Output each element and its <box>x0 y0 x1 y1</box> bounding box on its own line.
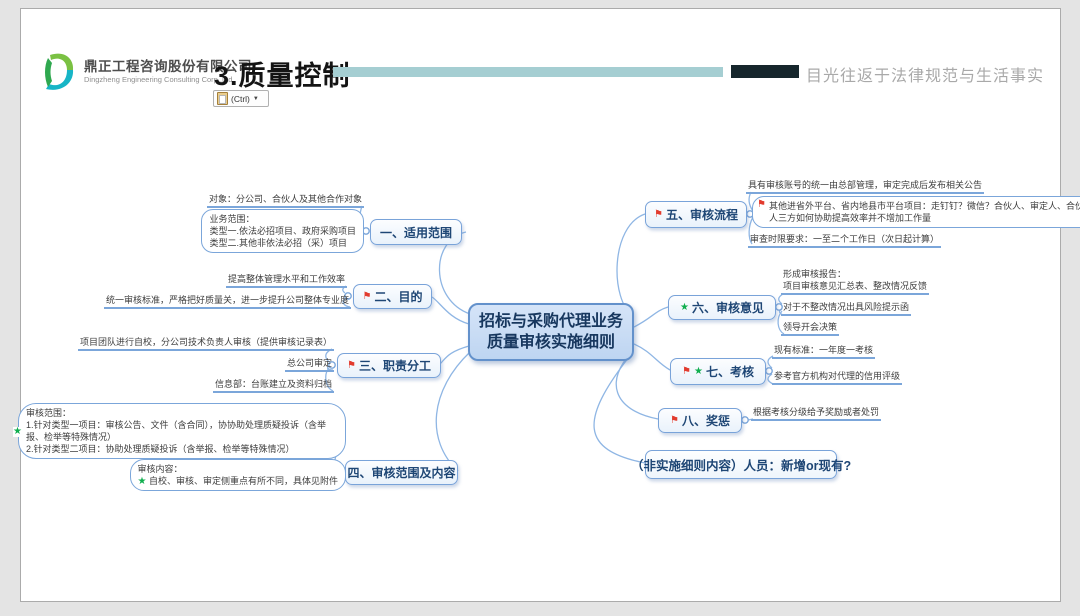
topic-process[interactable]: ⚑ 五、审核流程 <box>645 201 747 228</box>
topic-scope-label: 一、适用范围 <box>380 224 452 241</box>
note-line: 1.针对类型一项目：审核公告、文件（含合同），协协助处理质疑投诉（含举报、检举等… <box>26 419 338 443</box>
topic-opinion-label: 六、审核意见 <box>692 299 764 316</box>
company-logo-icon <box>38 50 78 94</box>
note-duty-2[interactable]: 总公司审定 <box>285 357 334 372</box>
note-opinion-3[interactable]: 领导开会决策 <box>781 321 839 336</box>
note-opinion-2[interactable]: 对于不整改情况出具风险提示函 <box>781 301 911 316</box>
topic-scope[interactable]: 一、适用范围 <box>370 219 462 245</box>
central-topic[interactable]: 招标与采购代理业务 质量审核实施细则 <box>468 303 634 361</box>
note-line: 类型二.其他非依法必招（采）项目 <box>209 237 356 249</box>
note-assess-2[interactable]: 参考官方机构对代理的信用评级 <box>772 370 902 385</box>
note-line: 2.针对类型二项目：协助处理质疑投诉（含举报、检举等特殊情况） <box>26 443 338 455</box>
note-line: 审核内容： <box>138 463 339 475</box>
note-duty-1[interactable]: 项目团队进行自校，分公司技术负责人审核（提供审核记录表） <box>78 336 334 351</box>
note-process-1[interactable]: 具有审核账号的统一由总部管理，审定完成后发布相关公告 <box>746 179 984 194</box>
red-flag-icon: ⚑ <box>757 200 766 210</box>
note-scope-object[interactable]: 对象：分公司、合伙人及其他合作对象 <box>207 193 364 208</box>
note-opinion-1[interactable]: 形成审核报告： 项目审核意见汇总表、整改情况反馈 <box>781 268 929 295</box>
red-flag-icon: ⚑ <box>682 367 691 377</box>
note-line: 类型一.依法必招项目、政府采购项目 <box>209 225 356 237</box>
note-line: 业务范围： <box>209 213 356 225</box>
paste-options-button[interactable]: (Ctrl) ▼ <box>213 90 269 107</box>
dark-accent-bar <box>731 65 799 78</box>
note-scope-range[interactable]: 业务范围： 类型一.依法必招项目、政府采购项目 类型二.其他非依法必招（采）项目 <box>201 209 364 253</box>
red-flag-icon: ⚑ <box>654 210 663 220</box>
topic-range[interactable]: 四、审核范围及内容 <box>345 460 458 485</box>
topic-reward[interactable]: ⚑ 八、奖惩 <box>658 408 742 433</box>
note-process-2[interactable]: ⚑ 其他进省外平台、省内地县市平台项目：走钉钉？微信？合伙人、审定人、合伙人三方… <box>752 196 1080 228</box>
slide-canvas: 鼎正工程咨询股份有限公司 Dingzheng Engineering Consu… <box>0 0 1080 616</box>
dropdown-caret-icon: ▼ <box>253 96 259 102</box>
topic-process-label: 五、审核流程 <box>666 206 738 223</box>
green-star-icon: ★ <box>138 476 147 487</box>
green-star-icon: ★ <box>13 427 22 437</box>
topic-range-label: 四、审核范围及内容 <box>347 464 455 481</box>
topic-floating-label: （非实施细则内容）人员：新增or现有? <box>631 455 851 474</box>
note-line: 形成审核报告： <box>783 268 927 280</box>
topic-purpose-label: 二、目的 <box>374 288 422 305</box>
note-reward-1[interactable]: 根据考核分级给予奖励或者处罚 <box>751 406 881 421</box>
paste-options-label: (Ctrl) <box>231 94 250 104</box>
note-purpose-2[interactable]: 统一审核标准，严格把好质量关，进一步提升公司整体专业度 <box>104 294 351 309</box>
topic-reward-label: 八、奖惩 <box>682 412 730 429</box>
note-text: 其他进省外平台、省内地县市平台项目：走钉钉？微信？合伙人、审定人、合伙人三方如何… <box>769 201 1080 223</box>
red-flag-icon: ⚑ <box>670 416 679 426</box>
green-star-icon: ★ <box>680 303 689 313</box>
central-topic-line2: 质量审核实施细则 <box>487 332 615 353</box>
green-star-icon: ★ <box>694 367 703 377</box>
note-range-content[interactable]: 审核内容： ★ 自校、审核、审定侧重点有所不同，具体见附件 <box>130 459 347 491</box>
topic-assess[interactable]: ⚑ ★ 七、考核 <box>670 358 766 385</box>
topic-duty-label: 三、职责分工 <box>359 357 431 374</box>
note-process-3[interactable]: 审查时限要求：一至二个工作日（次日起计算） <box>748 233 941 248</box>
topic-duty[interactable]: ⚑ 三、职责分工 <box>337 353 441 378</box>
red-flag-icon: ⚑ <box>363 292 372 302</box>
note-range-scope[interactable]: ★ 审核范围： 1.针对类型一项目：审核公告、文件（含合同），协协助处理质疑投诉… <box>18 403 346 459</box>
note-line: 审核范围： <box>26 407 338 419</box>
red-flag-icon: ⚑ <box>347 361 356 371</box>
paste-clipboard-icon <box>217 92 228 105</box>
note-duty-3[interactable]: 信息部：台账建立及资料归档 <box>213 378 334 393</box>
note-purpose-1[interactable]: 提高整体管理水平和工作效率 <box>226 273 347 288</box>
topic-purpose[interactable]: ⚑ 二、目的 <box>353 284 432 309</box>
slogan-text: 目光往返于法律规范与生活事实 <box>806 62 1044 86</box>
teal-accent-bar <box>333 67 723 77</box>
topic-floating[interactable]: （非实施细则内容）人员：新增or现有? <box>645 450 837 479</box>
note-line: 项目审核意见汇总表、整改情况反馈 <box>783 280 927 292</box>
note-assess-1[interactable]: 现有标准：一年度一考核 <box>772 344 875 359</box>
central-topic-line1: 招标与采购代理业务 <box>479 311 623 332</box>
note-line: ★ 自校、审核、审定侧重点有所不同，具体见附件 <box>138 475 339 487</box>
page-title: 3.质量控制 <box>214 54 351 93</box>
topic-assess-label: 七、考核 <box>706 363 754 380</box>
note-line-text: 自校、审核、审定侧重点有所不同，具体见附件 <box>149 476 338 486</box>
topic-opinion[interactable]: ★ 六、审核意见 <box>668 295 776 320</box>
